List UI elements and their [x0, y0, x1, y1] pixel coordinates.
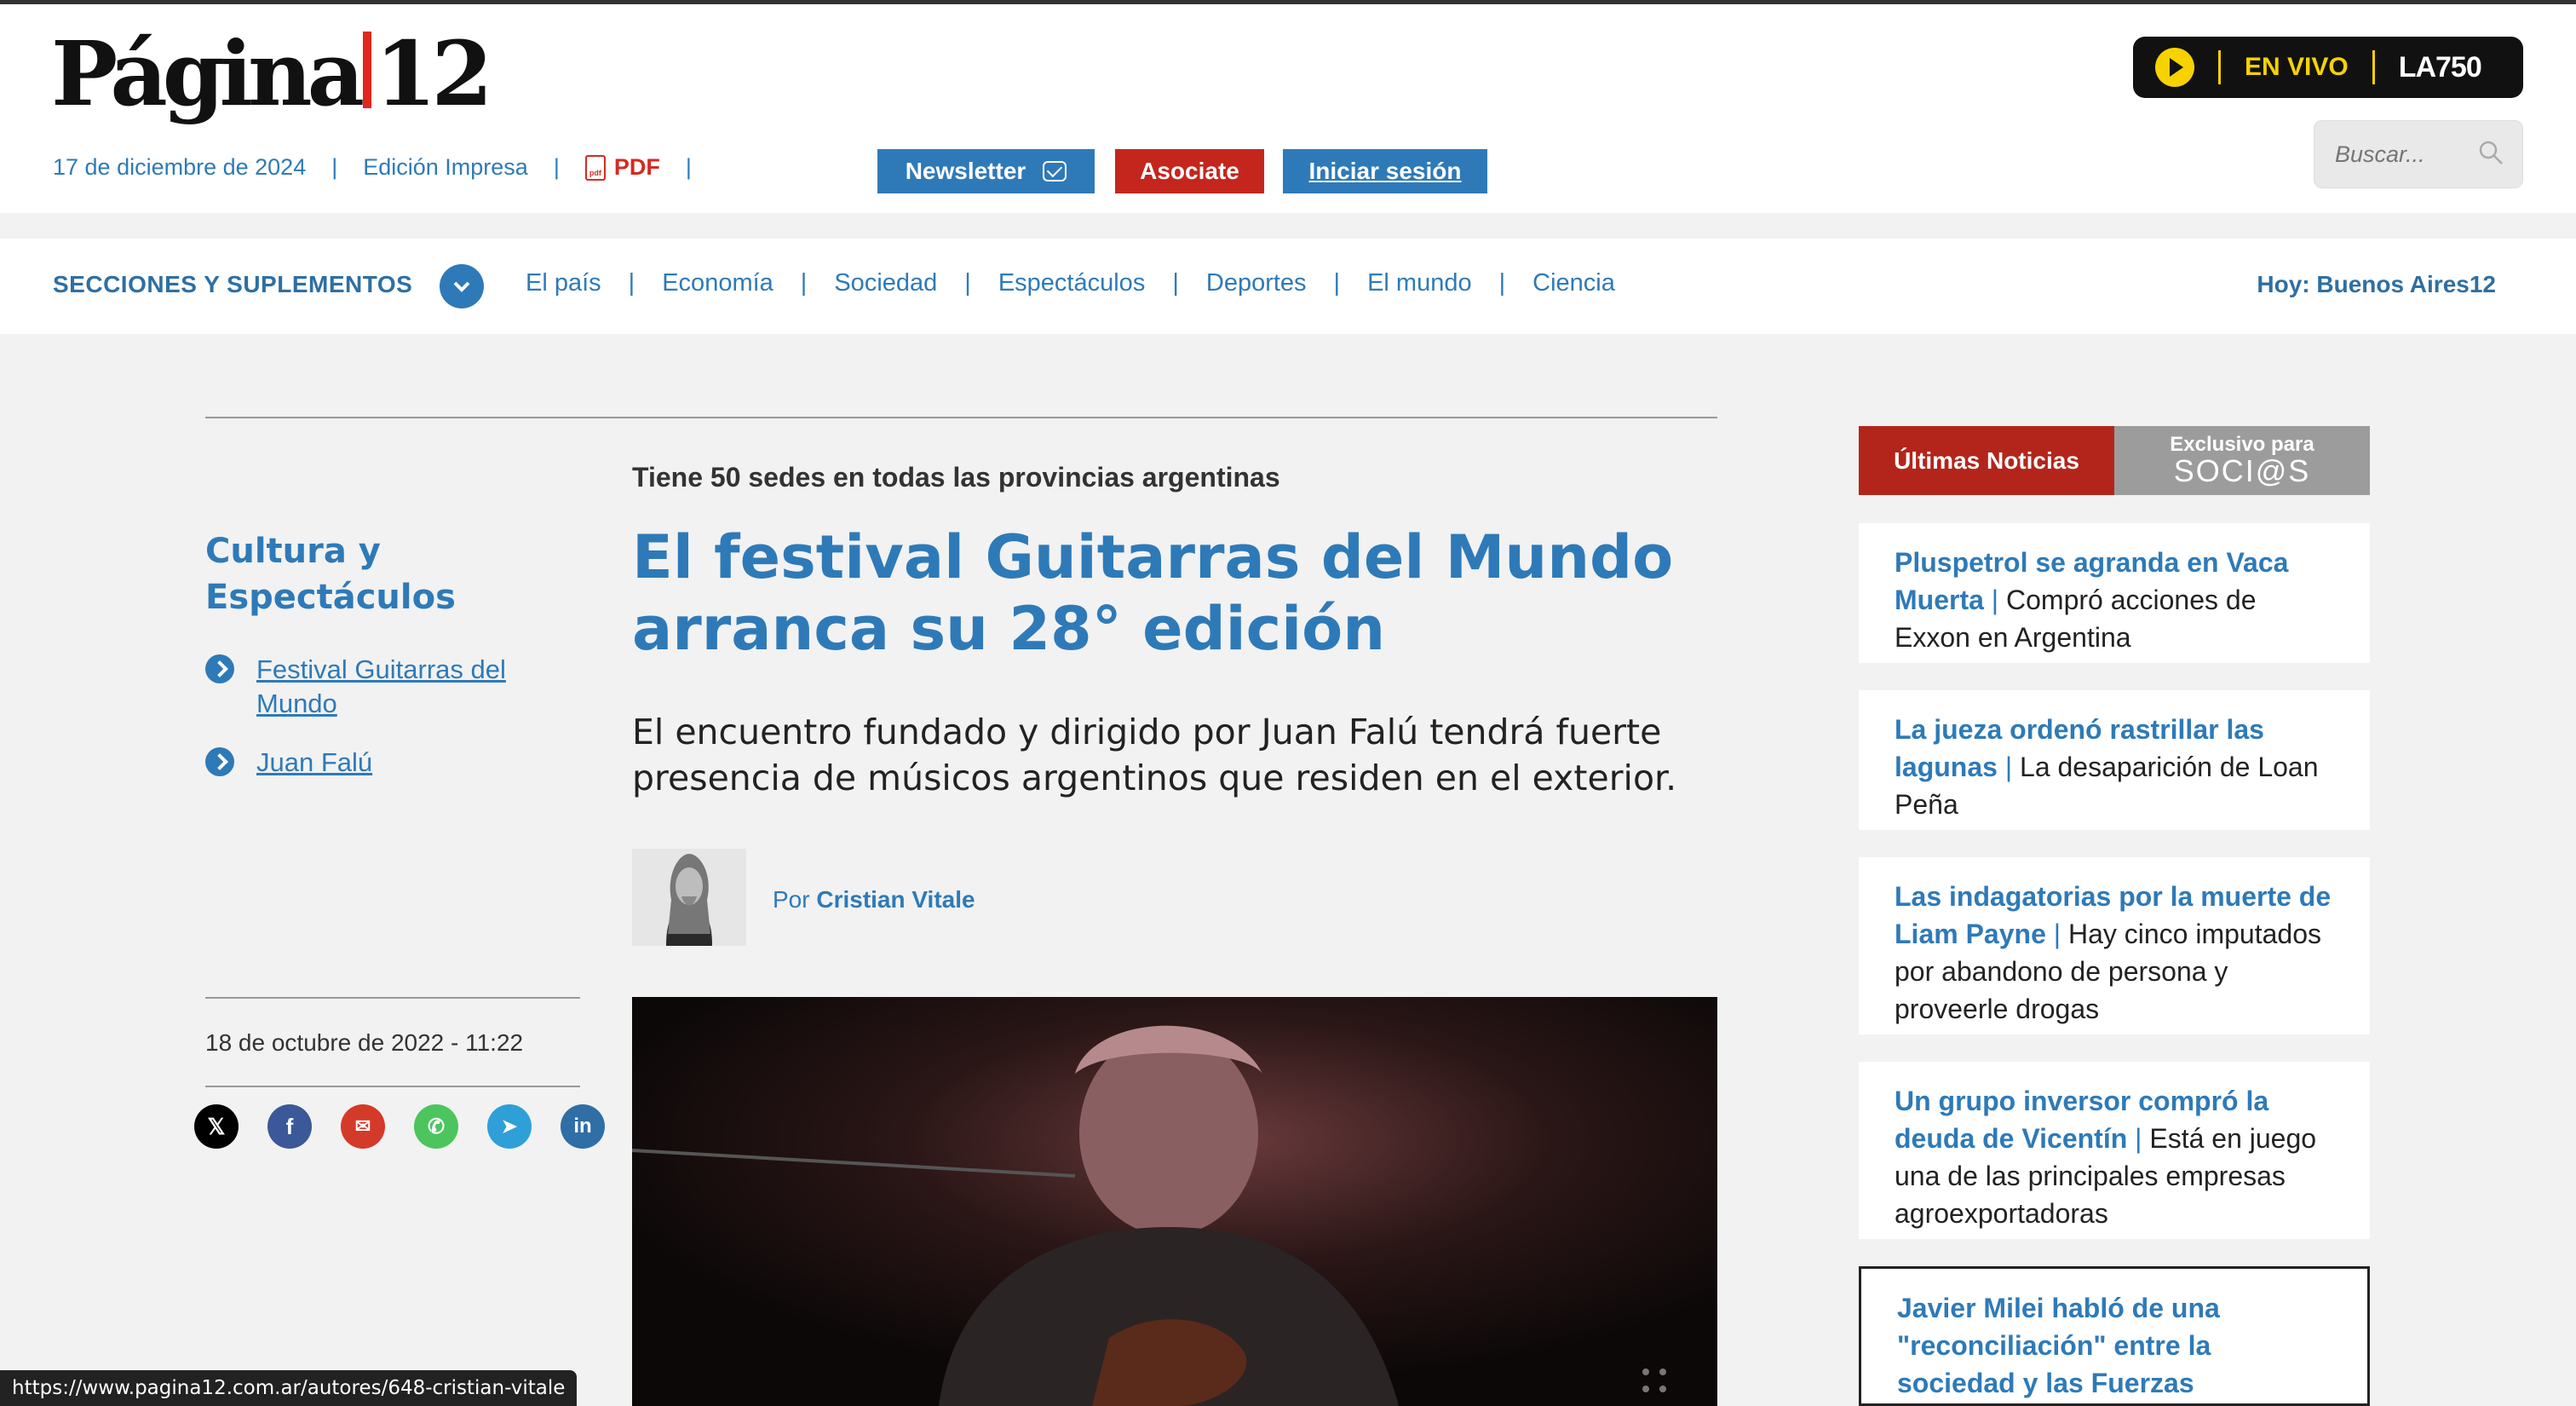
email-share-icon[interactable]: ✉	[341, 1104, 385, 1149]
tab-exclusive-members[interactable]: Exclusivo para SOCI@S	[2114, 426, 2370, 495]
divider	[205, 997, 580, 999]
news-tabs: Últimas Noticias Exclusivo para SOCI@S	[1859, 426, 2370, 495]
search-icon[interactable]	[2478, 140, 2504, 165]
nav-links: El país | Economía | Sociedad | Espectáculo…	[526, 269, 1615, 297]
news-item[interactable]: La jueza ordenó rastrillar las lagunas |…	[1859, 690, 2370, 830]
search-input[interactable]	[2335, 141, 2463, 168]
author-avatar[interactable]	[632, 849, 746, 946]
site-header: Página 12 17 de diciembre de 2024 | Edici…	[0, 4, 2576, 213]
x-share-icon[interactable]: 𝕏	[194, 1104, 239, 1149]
share-buttons: 𝕏 f ✉ ✆ ➤ in	[194, 1104, 605, 1149]
author-link[interactable]: Cristian Vitale	[816, 886, 975, 913]
radio-logo: LA750	[2398, 50, 2482, 84]
nav-link-espectaculos[interactable]: Espectáculos	[998, 269, 1146, 297]
whatsapp-share-icon[interactable]: ✆	[414, 1104, 458, 1149]
nav-link-economia[interactable]: Economía	[662, 269, 773, 297]
edicion-impresa-link[interactable]: Edición Impresa	[363, 154, 528, 181]
pdf-icon: pdf	[584, 154, 606, 181]
tag-festival[interactable]: Festival Guitarras del Mundo	[205, 653, 538, 721]
pdf-link[interactable]: pdf PDF	[584, 154, 660, 181]
search-box[interactable]	[2314, 120, 2523, 188]
asociate-button[interactable]: Asociate	[1115, 149, 1264, 193]
nav-link-sociedad[interactable]: Sociedad	[834, 269, 937, 297]
article-lede: El encuentro fundado y dirigido por Juan…	[632, 712, 1677, 798]
tab-latest-news[interactable]: Últimas Noticias	[1859, 426, 2114, 495]
tag-label: Juan Falú	[256, 747, 373, 777]
article-kicker: Tiene 50 sedes en todas las provincias a…	[632, 462, 1280, 493]
chevron-right-icon	[205, 747, 234, 776]
tag-juan-falu[interactable]: Juan Falú	[205, 746, 538, 780]
nav-link-el-pais[interactable]: El país	[526, 269, 601, 297]
content-divider	[205, 417, 1717, 418]
publish-date: 18 de octubre de 2022 - 11:22	[205, 1029, 524, 1056]
linkedin-share-icon[interactable]: in	[561, 1104, 605, 1149]
tag-label: Festival Guitarras del Mundo	[256, 654, 506, 718]
pdf-label: PDF	[613, 154, 660, 180]
chevron-right-icon	[205, 654, 234, 683]
sections-nav: SECCIONES Y SUPLEMENTOS El país | Economí…	[0, 239, 2576, 334]
site-logo[interactable]: Página 12	[51, 30, 493, 118]
envelope-icon	[1043, 161, 1067, 182]
nav-link-el-mundo[interactable]: El mundo	[1367, 269, 1472, 297]
edition-date: 17 de diciembre de 2024	[53, 154, 307, 180]
buenos-aires12-link[interactable]: Hoy: Buenos Aires12	[2257, 271, 2496, 298]
article-hero-image	[632, 997, 1717, 1406]
sections-toggle[interactable]	[440, 264, 484, 308]
nav-link-deportes[interactable]: Deportes	[1206, 269, 1307, 297]
play-icon[interactable]	[2155, 48, 2194, 87]
telegram-share-icon[interactable]: ➤	[487, 1104, 532, 1149]
live-radio-widget[interactable]: EN VIVO LA750	[2133, 37, 2523, 98]
chevron-down-icon	[453, 281, 470, 292]
edition-meta: 17 de diciembre de 2024 | Edición Impres…	[53, 154, 692, 181]
nav-link-ciencia[interactable]: Ciencia	[1532, 269, 1615, 297]
newsletter-button[interactable]: Newsletter	[877, 149, 1095, 193]
byline: Por Cristian Vitale	[773, 886, 975, 913]
live-label: EN VIVO	[2245, 53, 2349, 81]
news-item[interactable]: Las indagatorias por la muerte de Liam P…	[1859, 857, 2370, 1034]
news-item[interactable]: Pluspetrol se agranda en Vaca Muerta | C…	[1859, 523, 2370, 663]
link-hover-status: https://www.pagina12.com.ar/autores/648-…	[0, 1370, 578, 1406]
login-button[interactable]: Iniciar sesión	[1283, 149, 1487, 193]
section-title[interactable]: Cultura y Espectáculos	[205, 528, 546, 620]
facebook-share-icon[interactable]: f	[267, 1104, 312, 1149]
divider	[205, 1086, 580, 1087]
sections-title[interactable]: SECCIONES Y SUPLEMENTOS	[53, 271, 412, 298]
news-item-featured[interactable]: Javier Milei habló de una "reconciliació…	[1859, 1266, 2370, 1406]
news-item[interactable]: Un grupo inversor compró la deuda de Vic…	[1859, 1062, 2370, 1239]
newsletter-label: Newsletter	[905, 158, 1026, 184]
article-headline: El festival Guitarras del Mundo arranca …	[632, 522, 1674, 664]
